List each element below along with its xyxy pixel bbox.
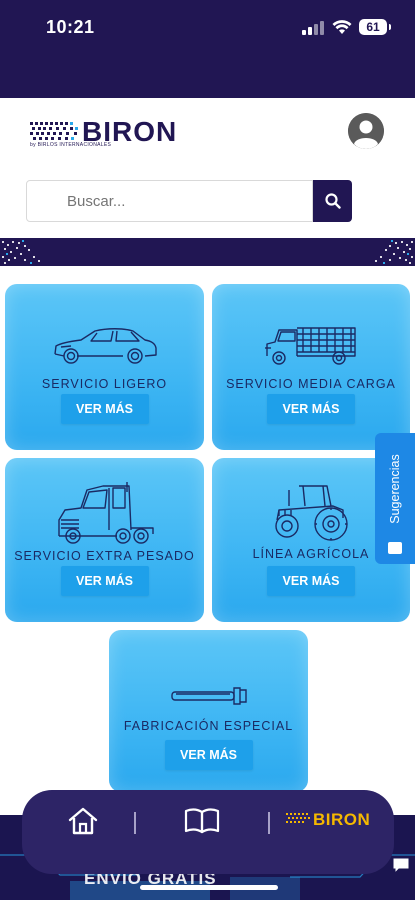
logo-subtitle: by BIRLOS INTERNACIONALES	[30, 142, 112, 148]
battery-indicator: 61	[359, 19, 391, 35]
catalog-book-icon[interactable]	[184, 807, 220, 835]
search-field[interactable]	[26, 180, 313, 222]
ver-mas-button[interactable]: VER MÁS	[267, 566, 355, 596]
search-input[interactable]	[27, 181, 312, 221]
brand-text: BIRON	[313, 810, 371, 829]
home-indicator	[140, 885, 278, 890]
sugerencias-label: Sugerencias	[388, 453, 402, 524]
card-servicio-media-carga[interactable]: SERVICIO MEDIA CARGA VER MÁS	[212, 284, 410, 450]
feedback-icon	[388, 542, 402, 554]
tractor-icon	[275, 485, 348, 541]
wifi-icon	[332, 20, 352, 34]
dot-pattern-left	[2, 240, 40, 264]
card-servicio-extra-pesado[interactable]: SERVICIO EXTRA PESADO VER MÁS	[5, 458, 204, 622]
decorative-banner-strip	[0, 238, 415, 266]
status-time: 10:21	[46, 17, 95, 37]
nav-brand-logo[interactable]: BIRON	[286, 810, 380, 830]
sedan-car-icon	[53, 328, 157, 364]
bottom-navigation: BIRON	[22, 790, 394, 874]
ver-mas-button[interactable]: VER MÁS	[267, 394, 355, 424]
status-bar: 10:21 61	[0, 0, 415, 98]
card-title: SERVICIO MEDIA CARGA	[226, 377, 396, 391]
pin-bolt-icon	[170, 687, 247, 705]
card-fabricacion-especial[interactable]: FABRICACIÓN ESPECIAL VER MÁS	[109, 630, 308, 792]
semi-truck-icon	[57, 482, 154, 544]
sugerencias-tab[interactable]: Sugerencias	[375, 433, 415, 564]
search-button[interactable]	[313, 180, 352, 222]
user-avatar-icon[interactable]	[348, 113, 384, 149]
card-title: SERVICIO LIGERO	[41, 377, 168, 391]
card-servicio-ligero[interactable]: SERVICIO LIGERO VER MÁS	[5, 284, 204, 450]
chat-bubble-icon[interactable]	[390, 854, 412, 876]
biron-logo[interactable]: BIRON by BIRLOS INTERNACIONALES	[30, 116, 180, 150]
nav-divider	[134, 812, 136, 834]
nav-divider	[268, 812, 270, 834]
ver-mas-button[interactable]: VER MÁS	[164, 740, 253, 770]
brand-pattern-icon	[286, 813, 310, 823]
card-title: FABRICACIÓN ESPECIAL	[123, 719, 294, 733]
card-title: SERVICIO EXTRA PESADO	[14, 549, 195, 563]
ver-mas-button[interactable]: VER MÁS	[60, 394, 149, 424]
dot-pattern-right	[375, 240, 413, 264]
home-icon[interactable]	[67, 806, 99, 836]
ver-mas-button[interactable]: VER MÁS	[60, 566, 149, 596]
cellular-signal-icon	[302, 21, 324, 35]
cargo-truck-icon	[265, 327, 356, 365]
logo-pattern-icon	[30, 122, 78, 140]
search-icon	[324, 193, 341, 209]
